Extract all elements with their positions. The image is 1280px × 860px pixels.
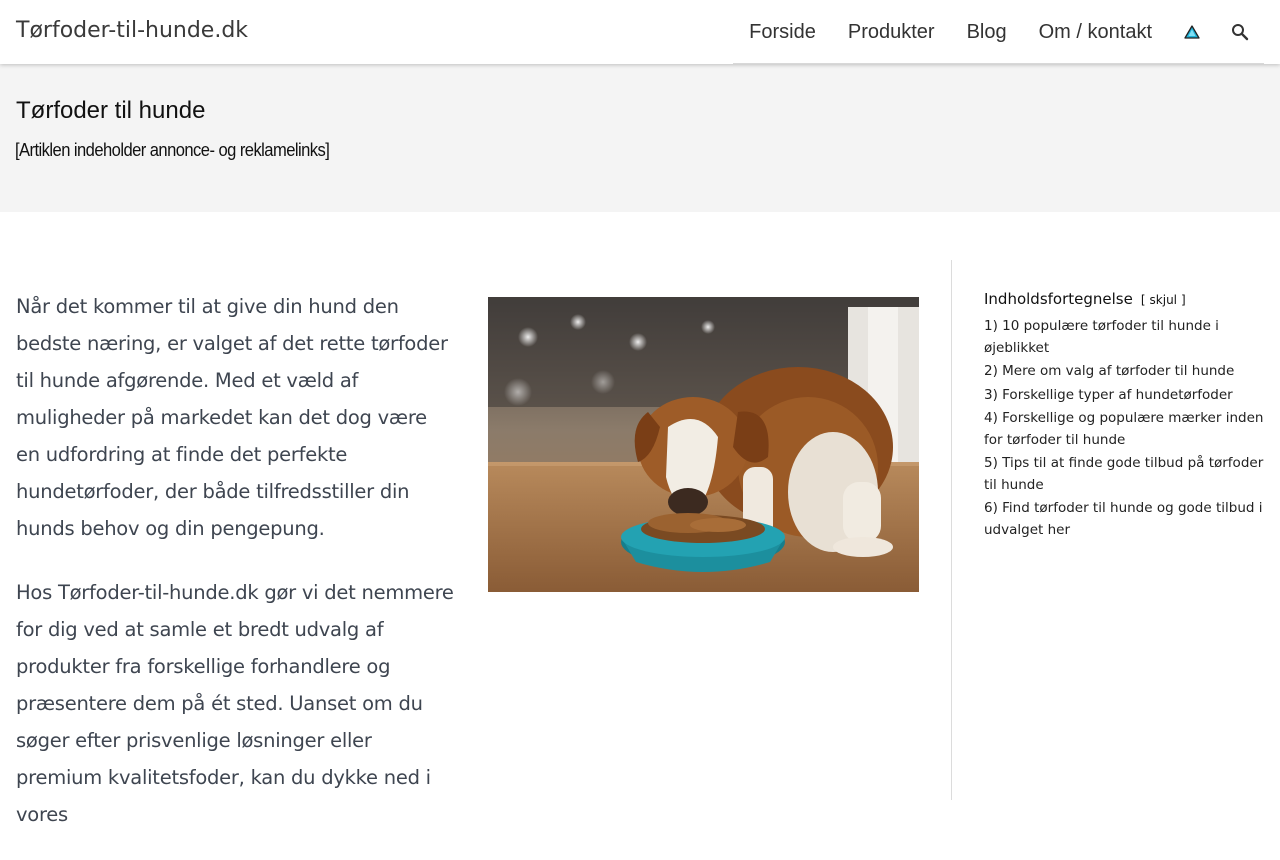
- sidebar-divider: [951, 260, 952, 800]
- article-body: Når det kommer til at give din hund den …: [16, 288, 456, 860]
- toc-item: 1) 10 populære tørfoder til hunde i øjeb…: [984, 316, 1264, 359]
- site-header: Tørfoder-til-hunde.dk Forside Produkter …: [0, 0, 1280, 64]
- table-of-contents: Indholdsfortegnelse [skjul] 1) 10 populæ…: [984, 290, 1264, 543]
- toc-bracket-open: [: [1140, 293, 1146, 307]
- toc-list: 1) 10 populære tørfoder til hunde i øjeb…: [984, 316, 1264, 541]
- toc-title: Indholdsfortegnelse: [984, 290, 1133, 308]
- toc-item: 2) Mere om valg af tørfoder til hunde: [984, 361, 1264, 383]
- dog-eating-kibble-image: [488, 297, 919, 592]
- nav-item-produkter[interactable]: Produkter: [832, 0, 951, 64]
- article-paragraph: Hos Tørfoder-til-hunde.dk gør vi det nem…: [16, 581, 454, 826]
- toc-toggle: [skjul]: [1141, 293, 1186, 307]
- toc-link-1[interactable]: 1) 10 populære tørfoder til hunde i øjeb…: [984, 318, 1219, 356]
- main-nav: Forside Produkter Blog Om / kontakt: [733, 0, 1264, 64]
- toc-link-2[interactable]: 2) Mere om valg af tørfoder til hunde: [984, 363, 1234, 379]
- site-title-link[interactable]: Tørfoder-til-hunde.dk: [16, 18, 248, 43]
- toc-hide-link[interactable]: skjul: [1146, 293, 1181, 307]
- search-icon[interactable]: [1216, 0, 1264, 64]
- toc-bracket-close: ]: [1181, 293, 1186, 307]
- toc-item: 4) Forskellige og populære mærker inden …: [984, 408, 1264, 451]
- toc-item: 3) Forskellige typer af hundetørfoder: [984, 385, 1264, 407]
- nav-item-forside[interactable]: Forside: [733, 0, 832, 64]
- toc-item: 5) Tips til at finde gode tilbud på tørf…: [984, 453, 1264, 496]
- page-hero: Tørfoder til hunde [Artiklen indeholder …: [0, 64, 1280, 212]
- toc-link-4[interactable]: 4) Forskellige og populære mærker inden …: [984, 410, 1263, 448]
- nav-item-om-kontakt[interactable]: Om / kontakt: [1023, 0, 1168, 64]
- toc-link-5[interactable]: 5) Tips til at finde gode tilbud på tørf…: [984, 455, 1263, 493]
- nav-item-blog[interactable]: Blog: [951, 0, 1023, 64]
- toc-link-3[interactable]: 3) Forskellige typer af hundetørfoder: [984, 387, 1233, 403]
- ad-disclaimer: [Artiklen indeholder annonce- og reklame…: [15, 140, 330, 160]
- warning-triangle-icon[interactable]: [1168, 0, 1216, 64]
- toc-item: 6) Find tørfoder til hunde og gode tilbu…: [984, 498, 1264, 541]
- toc-link-6[interactable]: 6) Find tørfoder til hunde og gode tilbu…: [984, 500, 1263, 538]
- page-title: Tørfoder til hunde: [16, 97, 206, 124]
- article-paragraph: Når det kommer til at give din hund den …: [16, 295, 448, 540]
